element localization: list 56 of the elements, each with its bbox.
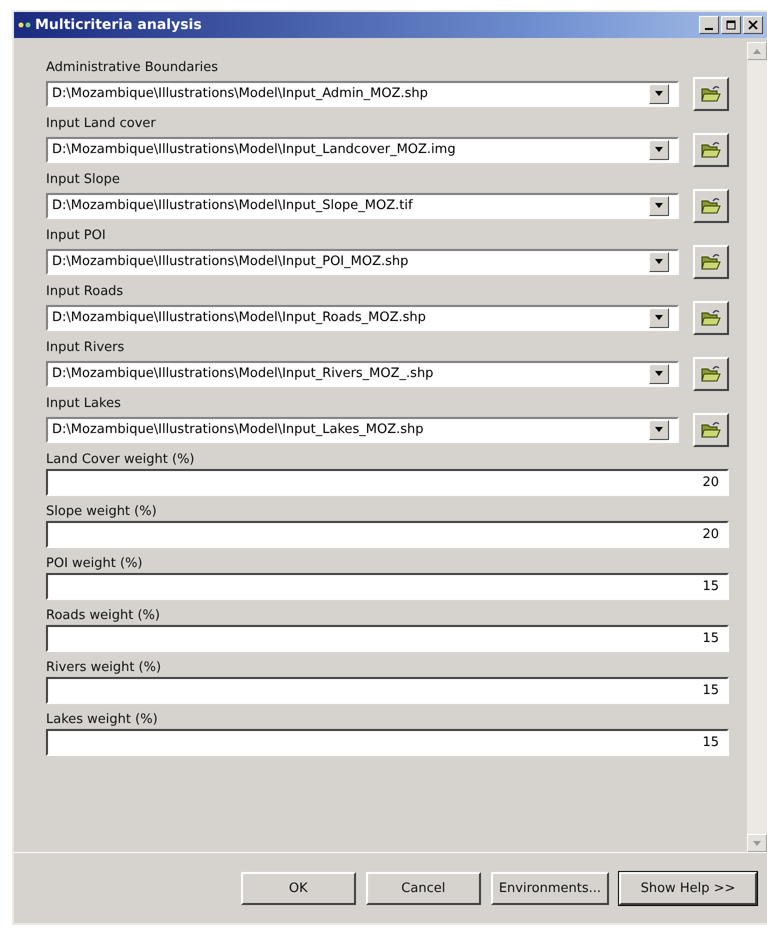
browse-button[interactable] — [693, 188, 729, 222]
maximize-button[interactable] — [721, 16, 741, 34]
weight-field[interactable]: 20 — [46, 521, 729, 548]
field-label: Input Lakes — [46, 395, 122, 413]
browse-button[interactable] — [693, 76, 729, 110]
browse-button[interactable] — [693, 132, 729, 166]
weight-field[interactable]: 20 — [46, 469, 729, 496]
minimize-button[interactable] — [699, 16, 719, 34]
dialog-button[interactable]: OK — [240, 872, 356, 904]
browse-button[interactable] — [693, 412, 729, 446]
field-label: Rivers weight (%) — [46, 659, 162, 677]
weight-field[interactable]: 15 — [46, 729, 729, 756]
field-label: Input Roads — [46, 283, 124, 301]
close-icon — [748, 20, 758, 30]
browse-button[interactable] — [693, 244, 729, 278]
dialog-button[interactable]: Environments... — [490, 872, 609, 904]
folder-icon — [701, 308, 721, 326]
browse-button[interactable] — [693, 300, 729, 334]
up-arrow-icon — [753, 48, 761, 54]
folder-icon — [701, 196, 721, 214]
path-dropdown[interactable]: D:\Mozambique\Illustrations\Model\Input_Landcover_MOZ.img — [46, 136, 679, 162]
folder-icon — [701, 140, 721, 158]
path-dropdown[interactable]: D:\Mozambique\Illustrations\Model\Input_Admin_MOZ.shp — [46, 80, 679, 106]
dialog-button[interactable]: Cancel — [366, 872, 481, 904]
field-label: Input POI — [46, 227, 107, 245]
path-dropdown[interactable]: D:\Mozambique\Illustrations\Model\Input_POI_MOZ.shp — [46, 248, 679, 274]
path-dropdown[interactable]: D:\Mozambique\Illustrations\Model\Input_Roads_MOZ.shp — [46, 304, 679, 330]
field-label: Lakes weight (%) — [46, 711, 159, 729]
field-label: POI weight (%) — [46, 555, 144, 573]
weight-field[interactable]: 15 — [46, 625, 729, 652]
path-dropdown[interactable]: D:\Mozambique\Illustrations\Model\Input_Rivers_MOZ_.shp — [46, 360, 679, 386]
folder-icon — [701, 420, 721, 438]
maximize-icon — [726, 20, 736, 30]
field-label: Input Rivers — [46, 339, 126, 357]
close-button[interactable] — [743, 16, 763, 34]
weight-field[interactable]: 15 — [46, 573, 729, 600]
path-dropdown[interactable]: D:\Mozambique\Illustrations\Model\Input_Slope_MOZ.tif — [46, 192, 679, 218]
field-label: Roads weight (%) — [46, 607, 161, 625]
field-label: Input Land cover — [46, 115, 157, 133]
path-dropdown[interactable]: D:\Mozambique\Illustrations\Model\Input_Lakes_MOZ.shp — [46, 416, 679, 442]
scroll-up-button[interactable] — [747, 42, 767, 60]
field-label: Administrative Boundaries — [46, 59, 220, 77]
folder-icon — [701, 252, 721, 270]
folder-icon — [701, 364, 721, 382]
down-arrow-icon — [753, 840, 761, 846]
field-label: Slope weight (%) — [46, 503, 158, 521]
dialog-button[interactable]: Show Help >> — [619, 872, 757, 904]
weight-field[interactable]: 15 — [46, 677, 729, 704]
field-label: Land Cover weight (%) — [46, 451, 196, 469]
folder-icon — [701, 84, 721, 102]
dots-icon — [18, 21, 32, 29]
minimize-icon — [705, 28, 713, 30]
window-title: Multicriteria analysis — [35, 17, 203, 33]
field-label: Input Slope — [46, 171, 121, 189]
browse-button[interactable] — [693, 356, 729, 390]
scroll-down-button[interactable] — [747, 834, 767, 852]
